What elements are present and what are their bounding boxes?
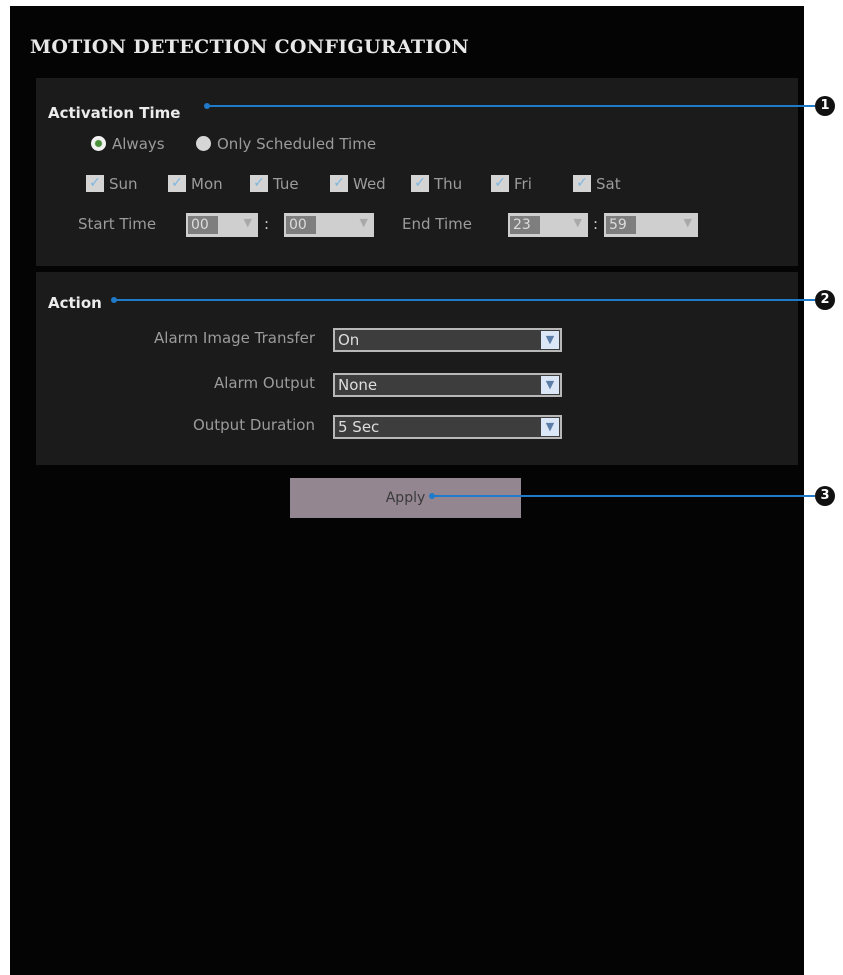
sun-label: Sun [109,175,138,193]
fri-label: Fri [514,175,532,193]
end-minute-value: 59 [606,216,636,234]
chevron-down-icon: ▼ [683,216,692,229]
callout-line-3 [432,495,815,497]
sun-checkbox[interactable]: ✓ [86,175,104,192]
sat-checkbox[interactable]: ✓ [573,175,591,192]
end-hour-value: 23 [510,216,540,234]
callout-badge-3: 3 [815,486,835,506]
always-label: Always [112,135,165,153]
start-hour-value: 00 [188,216,218,234]
alarm-output-value: None [338,376,378,394]
mon-label: Mon [191,175,223,193]
alarm-image-transfer-label: Alarm Image Transfer [154,329,315,347]
action-title: Action [48,294,102,312]
always-radio[interactable] [91,136,106,151]
tue-label: Tue [273,175,299,193]
callout-line-1 [207,105,815,107]
alarm-output-label: Alarm Output [213,374,315,392]
thu-checkbox[interactable]: ✓ [411,175,429,192]
fri-checkbox[interactable]: ✓ [491,175,509,192]
sat-label: Sat [596,175,621,193]
wed-label: Wed [353,175,386,193]
end-hour-select[interactable]: 23 ▼ [508,213,588,237]
page-title: MOTION DETECTION CONFIGURATION [30,36,470,58]
apply-button[interactable]: Apply [290,478,521,518]
chevron-down-icon: ▼ [541,331,559,349]
thu-label: Thu [434,175,463,193]
only-scheduled-time-label: Only Scheduled Time [217,135,377,153]
output-duration-select[interactable]: 5 Sec ▼ [333,415,562,439]
output-duration-label: Output Duration [192,416,315,434]
chevron-down-icon: ▼ [573,216,582,229]
start-time-separator: : [264,215,270,233]
chevron-down-icon: ▼ [541,376,559,394]
tue-checkbox[interactable]: ✓ [250,175,268,192]
callout-badge-1: 1 [815,96,835,116]
alarm-image-transfer-value: On [338,331,360,349]
start-minute-select[interactable]: 00 ▼ [284,213,374,237]
chevron-down-icon: ▼ [541,418,559,436]
start-hour-select[interactable]: 00 ▼ [186,213,258,237]
activation-time-title: Activation Time [48,104,181,122]
callout-line-2 [114,299,815,301]
alarm-output-select[interactable]: None ▼ [333,373,562,397]
config-panel: MOTION DETECTION CONFIGURATION Activatio… [10,6,804,975]
callout-badge-2: 2 [815,290,835,310]
chevron-down-icon: ▼ [359,216,368,229]
only-scheduled-time-radio[interactable] [196,136,211,151]
end-time-separator: : [593,215,599,233]
chevron-down-icon: ▼ [243,216,252,229]
output-duration-value: 5 Sec [338,418,380,436]
start-minute-value: 00 [286,216,316,234]
wed-checkbox[interactable]: ✓ [330,175,348,192]
alarm-image-transfer-select[interactable]: On ▼ [333,328,562,352]
end-time-label: End Time [402,215,472,233]
mon-checkbox[interactable]: ✓ [168,175,186,192]
end-minute-select[interactable]: 59 ▼ [604,213,698,237]
start-time-label: Start Time [78,215,157,233]
